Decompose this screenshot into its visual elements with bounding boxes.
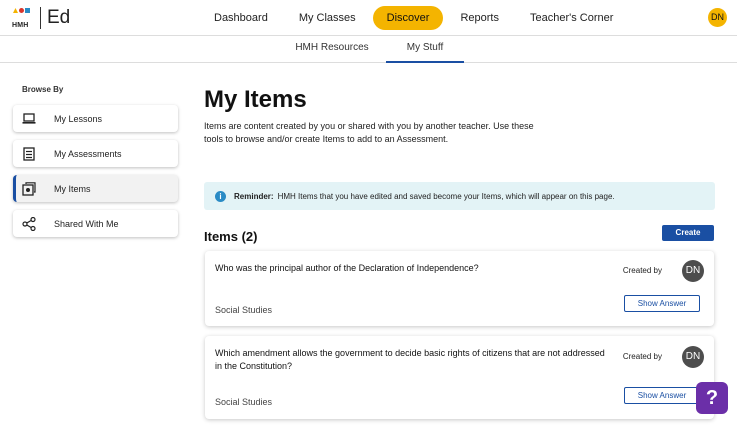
hmh-logo-mark: HMH (12, 7, 32, 29)
item-card: Who was the principal author of the Decl… (205, 251, 714, 326)
creator-avatar: DN (682, 260, 704, 282)
brand-text: HMH (12, 22, 29, 29)
user-avatar[interactable]: DN (708, 8, 727, 27)
show-answer-button[interactable]: Show Answer (624, 295, 700, 312)
product-name: Ed (47, 7, 71, 28)
items-icon (22, 181, 36, 196)
nav-dashboard[interactable]: Dashboard (200, 6, 282, 30)
show-answer-button[interactable]: Show Answer (624, 387, 700, 404)
reminder-banner: i Reminder: HMH Items that you have edit… (204, 182, 715, 210)
sidebar-item-my-assessments[interactable]: My Assessments (13, 140, 178, 167)
help-button[interactable]: ? (696, 382, 728, 414)
sidebar-item-label: My Assessments (54, 148, 122, 159)
info-icon: i (215, 190, 226, 202)
logo-divider (40, 7, 41, 29)
checklist-icon (22, 146, 36, 161)
reminder-label: Reminder: (234, 191, 274, 201)
share-icon (22, 216, 36, 231)
item-subject: Social Studies (215, 397, 273, 407)
sub-tabs: HMH Resources My Stuff (0, 37, 737, 63)
item-subject: Social Studies (215, 305, 273, 315)
reminder-text: HMH Items that you have edited and saved… (277, 191, 615, 201)
sidebar-item-label: My Lessons (54, 113, 103, 124)
page-title: My Items (204, 86, 307, 113)
nav-my-classes[interactable]: My Classes (285, 6, 370, 30)
top-nav-bar: HMH Ed Dashboard My Classes Discover Rep… (0, 0, 737, 36)
page-description: Items are content created by you or shar… (204, 121, 534, 144)
create-button[interactable]: Create (662, 225, 714, 241)
creator-avatar: DN (682, 346, 704, 368)
nav-reports[interactable]: Reports (446, 6, 513, 30)
nav-teachers-corner[interactable]: Teacher's Corner (516, 6, 627, 30)
item-question[interactable]: Which amendment allows the government to… (215, 347, 605, 373)
sidebar-item-shared-with-me[interactable]: Shared With Me (13, 210, 178, 237)
tab-my-stuff[interactable]: My Stuff (386, 37, 464, 63)
item-question[interactable]: Who was the principal author of the Decl… (215, 262, 605, 275)
sidebar-item-label: Shared With Me (54, 218, 119, 229)
item-card: Which amendment allows the government to… (205, 336, 714, 419)
nav-discover[interactable]: Discover (372, 6, 444, 30)
hmh-ed-logo[interactable]: HMH Ed (12, 6, 70, 30)
sidebar-item-my-items[interactable]: My Items (13, 175, 178, 202)
main-nav: Dashboard My Classes Discover Reports Te… (200, 6, 630, 30)
sidebar-item-label: My Items (54, 183, 91, 194)
created-by-label: Created by (622, 352, 662, 361)
sidebar-item-my-lessons[interactable]: My Lessons (13, 105, 178, 132)
items-heading: Items (2) (204, 229, 258, 244)
browse-by-heading: Browse By (22, 85, 64, 94)
laptop-icon (22, 112, 36, 126)
tab-hmh-resources[interactable]: HMH Resources (278, 37, 386, 63)
created-by-label: Created by (622, 266, 662, 275)
